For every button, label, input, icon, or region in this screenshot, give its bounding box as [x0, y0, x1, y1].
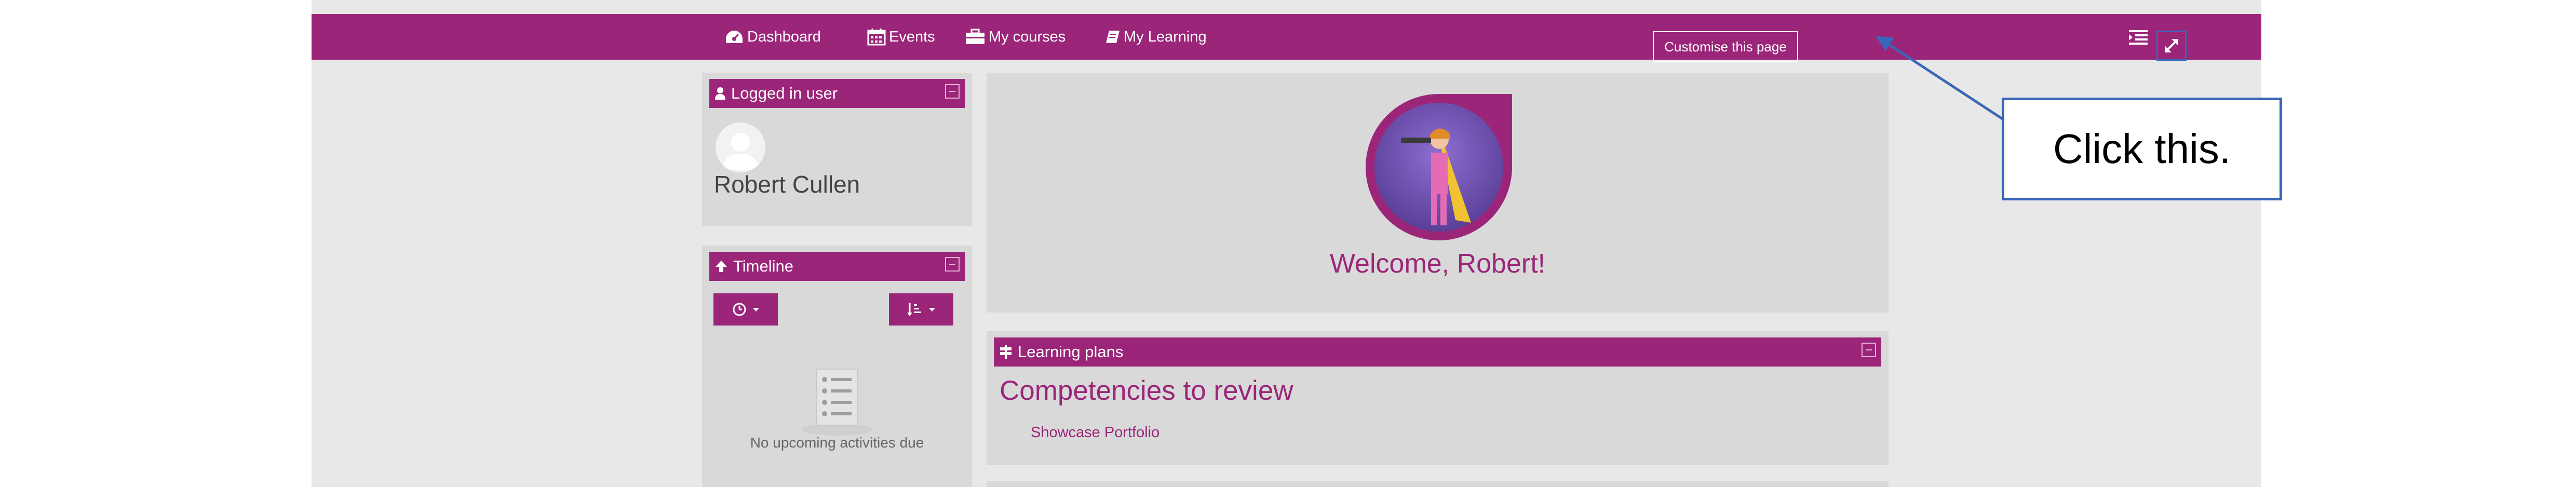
- annotation-callout: Click this.: [2002, 98, 2282, 200]
- annotation-arrow: [1876, 36, 2004, 121]
